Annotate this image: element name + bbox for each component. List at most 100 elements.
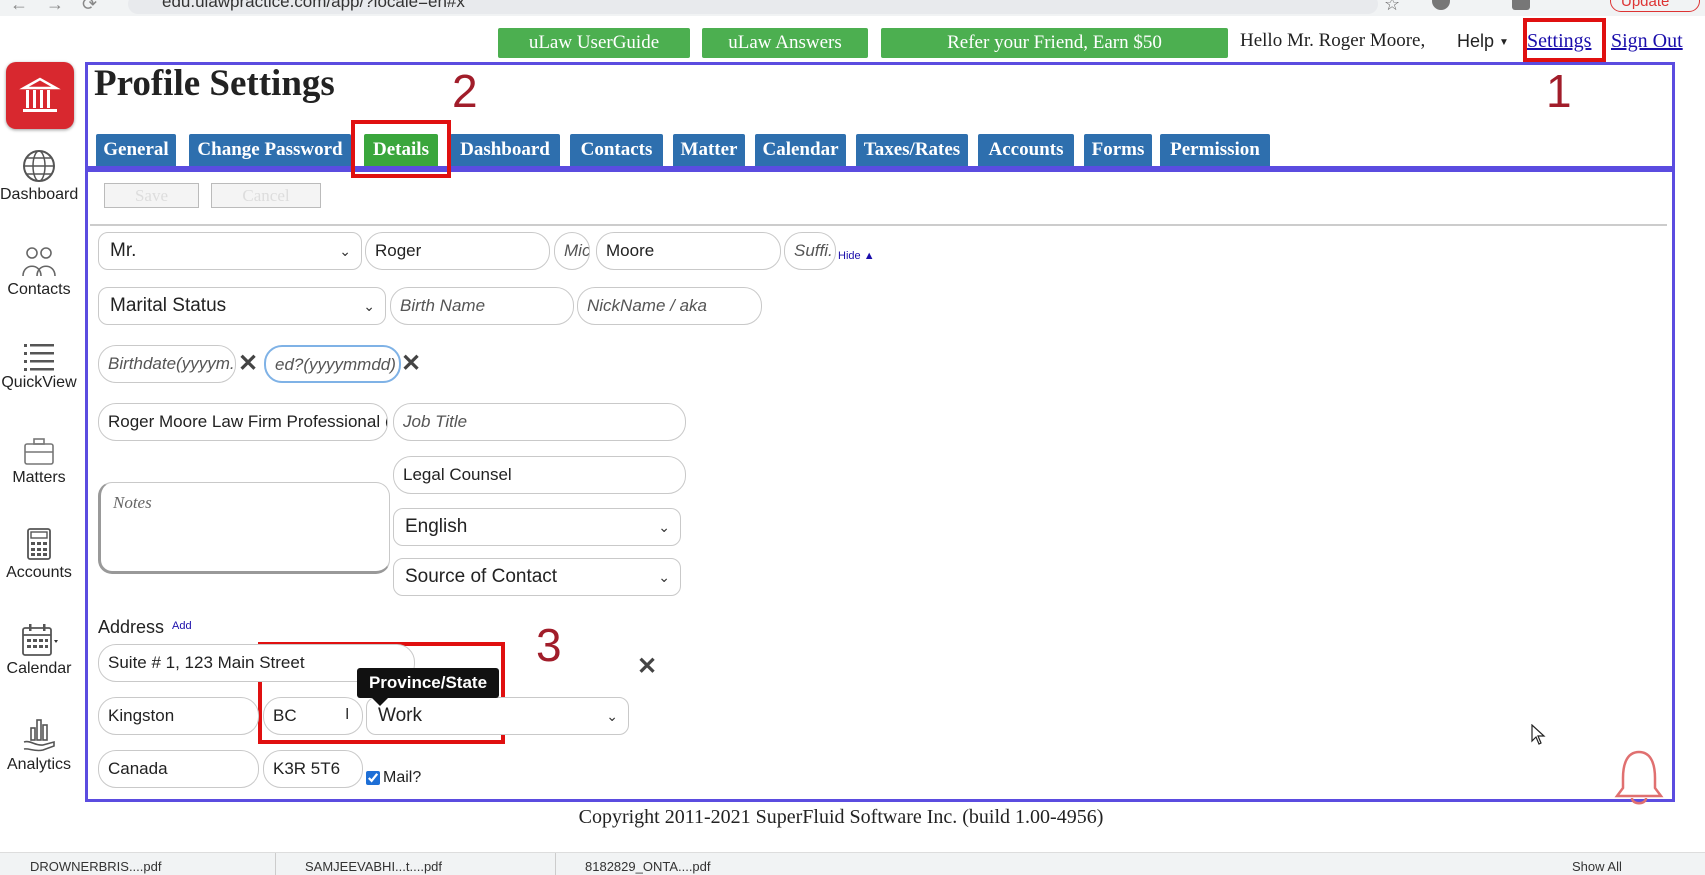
analytics-icon [23,719,55,752]
language-select[interactable]: English ⌄ [393,508,681,546]
caret-down-icon: ▼ [1499,36,1509,48]
country-input[interactable]: Canada [98,750,259,788]
suffix-input[interactable]: Suffi. [784,232,836,270]
address-bar[interactable]: edu.ulawpractice.com/app/?locale=en#x [128,0,1378,14]
salutation-value: Mr. [110,240,137,261]
birthdate-input[interactable]: Birthdate(yyyym. [98,345,236,383]
annotation-two: 2 [452,65,478,117]
update-button[interactable]: Update [1610,0,1700,12]
answers-button[interactable]: uLaw Answers [702,28,868,58]
birth-name-input[interactable]: Birth Name [390,287,574,325]
download-item[interactable]: 8182829_ONTA....pdf [585,859,711,874]
page-title: Profile Settings [94,63,335,104]
address-type-select[interactable]: Work ⌄ [366,697,629,735]
add-address-link[interactable]: Add [172,620,192,632]
sidebar-label: Calendar [6,660,72,677]
briefcase-icon [24,438,54,465]
marital-status-value: Marital Status [110,295,227,316]
hide-link[interactable]: Hide ▲ [838,250,875,262]
divider [90,224,1667,226]
refer-friend-button[interactable]: Refer your Friend, Earn $50 [881,28,1228,58]
text-cursor-icon: I [345,706,350,723]
postal-code-input[interactable]: K3R 5T6 [263,750,363,788]
sidebar-item-accounts[interactable]: Accounts [0,526,78,582]
courthouse-icon [19,77,61,112]
city-input[interactable]: Kingston [98,697,259,735]
list-icon [24,344,54,371]
sidebar-label: Contacts [7,281,71,298]
chevron-down-icon: ⌄ [339,243,351,259]
sidebar-label: Accounts [6,564,72,581]
people-icon [22,247,56,277]
help-label: Help [1457,31,1495,51]
last-name-input[interactable]: Moore [596,232,781,270]
sidebar-item-calendar[interactable]: Calendar [0,622,78,678]
remove-address-icon[interactable]: ✕ [637,652,657,681]
sidebar-item-quickview[interactable]: QuickView [0,340,78,392]
highlight-settings [1523,18,1606,62]
chevron-down-icon: ⌄ [658,569,670,585]
sidebar-item-analytics[interactable]: Analytics [0,716,78,774]
marital-status-select[interactable]: Marital Status ⌄ [98,287,386,325]
cancel-button[interactable]: Cancel [211,183,321,208]
address-label: Address [98,617,165,637]
legal-role-input[interactable]: Legal Counsel [393,456,686,494]
clear-birthdate-icon[interactable]: ✕ [238,349,258,378]
greeting-text: Hello Mr. Roger Moore, [1240,30,1426,51]
sidebar-label: QuickView [1,374,77,391]
tab-general[interactable]: General [96,134,176,166]
sidebar-label: Dashboard [0,186,79,203]
caret-up-icon: ▲ [863,250,875,262]
tab-forms[interactable]: Forms [1084,134,1152,166]
annotation-one: 1 [1546,65,1572,117]
nickname-input[interactable]: NickName / aka [577,287,762,325]
tab-matter[interactable]: Matter [673,134,745,166]
tab-taxes-rates[interactable]: Taxes/Rates [856,134,968,166]
sidebar-label: Matters [12,469,66,486]
company-input[interactable]: Roger Moore Law Firm Professional ( [98,403,388,441]
tab-calendar[interactable]: Calendar [755,134,846,166]
extension-icon[interactable] [1432,0,1450,10]
download-item[interactable]: SAMJEEVABHI...t....pdf [305,859,442,874]
tab-dashboard[interactable]: Dashboard [450,134,560,166]
annotation-three: 3 [536,619,562,671]
save-button[interactable]: Save [104,183,199,208]
copyright-text: Copyright 2011-2021 SuperFluid Software … [578,806,1104,828]
tab-contacts[interactable]: Contacts [570,134,663,166]
download-item[interactable]: DROWNERBRIS....pdf [30,859,161,874]
source-of-contact-select[interactable]: Source of Contact ⌄ [393,558,681,596]
help-menu[interactable]: Help ▼ [1457,31,1509,52]
deceased-date-input[interactable]: ed?(yyyymmdd) [264,345,401,383]
sidebar-item-matters[interactable]: Matters [0,435,78,487]
downloads-bar: DROWNERBRIS....pdf SAMJEEVABHI...t....pd… [0,852,1705,875]
salutation-select[interactable]: Mr. ⌄ [98,232,362,270]
middle-name-input[interactable]: Mic [554,232,590,270]
signout-link[interactable]: Sign Out [1611,30,1683,53]
puzzle-icon[interactable] [1512,0,1530,10]
tab-change-password[interactable]: Change Password [189,134,351,166]
sidebar-item-dashboard[interactable]: Dashboard [0,148,78,204]
divider [275,853,276,875]
tab-accounts[interactable]: Accounts [978,134,1074,166]
job-title-input[interactable]: Job Title [393,403,686,441]
app-logo[interactable] [6,62,74,129]
notification-bell-icon[interactable] [1612,748,1666,808]
userguide-button[interactable]: uLaw UserGuide [498,28,690,58]
sidebar-item-contacts[interactable]: Contacts [0,243,78,299]
mouse-pointer-icon [1531,724,1546,745]
mail-label: Mail? [383,769,422,786]
mail-checkbox-input[interactable] [366,770,380,785]
show-all-button[interactable]: Show All [1572,859,1622,874]
clear-deceased-icon[interactable]: ✕ [401,349,421,378]
highlight-details-tab [351,120,451,178]
tab-permission[interactable]: Permission [1160,134,1270,166]
notes-textarea[interactable]: Notes [98,482,390,574]
browser-nav-icons[interactable]: ←→⟳ [10,0,115,15]
first-name-input[interactable]: Roger [365,232,550,270]
bookmark-star-icon[interactable]: ☆ [1384,0,1400,15]
divider [555,853,556,875]
globe-icon [23,150,55,182]
source-of-contact-value: Source of Contact [405,566,558,587]
hide-label: Hide [838,250,861,262]
mail-checkbox[interactable]: Mail? [366,769,421,787]
